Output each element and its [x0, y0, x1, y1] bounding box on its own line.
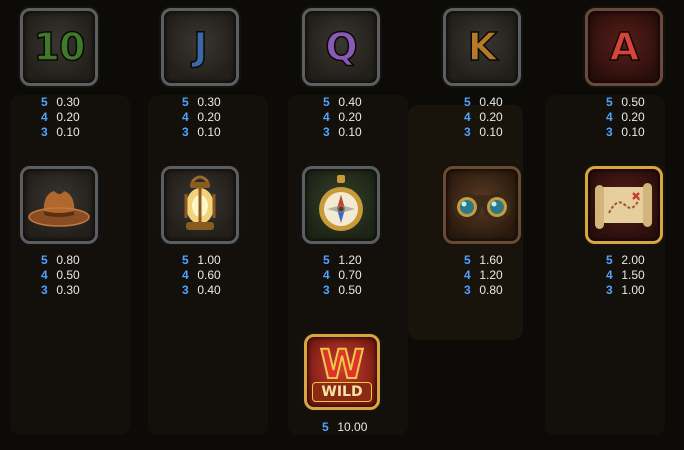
hat-tile[interactable]: [20, 166, 98, 244]
symbol-j-pays: 5 0.30 4 0.20 3 0.10: [182, 95, 221, 139]
symbol-a-label: A: [609, 24, 640, 70]
map-tile[interactable]: [585, 166, 663, 244]
hat-pays: 5 0.80 4 0.50 3 0.30: [41, 253, 80, 297]
wild-label: WILD: [312, 382, 372, 402]
wild-pays: 5 10.00: [322, 420, 368, 434]
binoculars-icon: [453, 193, 511, 221]
lantern-tile[interactable]: [161, 166, 239, 244]
symbol-k-label: K: [467, 24, 498, 70]
binoculars-pays: 5 1.60 4 1.20 3 0.80: [464, 253, 503, 297]
wild-tile[interactable]: W WILD: [304, 334, 380, 410]
hat-icon: [28, 191, 90, 227]
wild-icon: W WILD: [310, 340, 374, 404]
symbol-a-pays: 5 0.50 4 0.20 3 0.10: [606, 95, 645, 139]
symbol-q-tile[interactable]: Q: [302, 8, 380, 86]
lantern-pays: 5 1.00 4 0.60 3 0.40: [182, 253, 221, 297]
compass-tile[interactable]: [302, 166, 380, 244]
compass-pays: 5 1.20 4 0.70 3 0.50: [323, 253, 362, 297]
map-icon: [595, 183, 652, 229]
background-reel: [545, 95, 665, 435]
map-pays: 5 2.00 4 1.50 3 1.00: [606, 253, 645, 297]
symbol-k-tile[interactable]: K: [443, 8, 521, 86]
symbol-10-tile[interactable]: 10: [20, 8, 98, 86]
compass-icon: [319, 175, 363, 231]
lantern-icon: [184, 175, 216, 230]
symbol-k-pays: 5 0.40 4 0.20 3 0.10: [464, 95, 503, 139]
symbol-a-tile[interactable]: A: [585, 8, 663, 86]
binoculars-tile[interactable]: [443, 166, 521, 244]
symbol-10-label: 10: [33, 24, 86, 70]
symbol-10-pays: 5 0.30 4 0.20 3 0.10: [41, 95, 80, 139]
symbol-q-pays: 5 0.40 4 0.20 3 0.10: [323, 95, 362, 139]
symbol-q-label: Q: [325, 24, 359, 70]
symbol-j-tile[interactable]: J: [161, 8, 239, 86]
symbol-j-label: J: [193, 24, 209, 70]
